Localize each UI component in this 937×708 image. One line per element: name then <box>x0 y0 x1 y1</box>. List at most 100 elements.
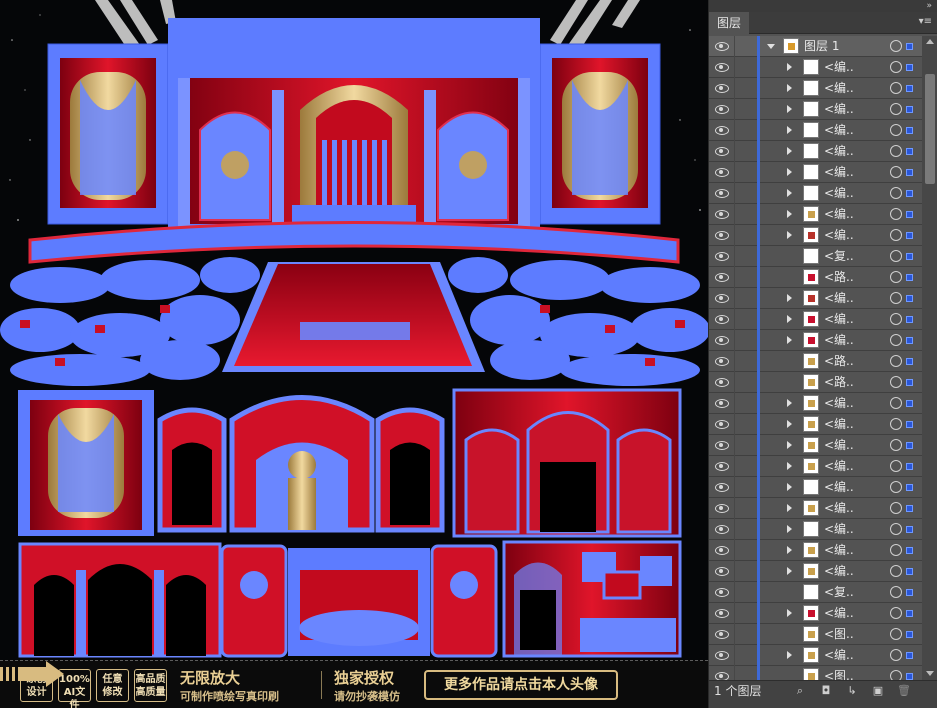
selection-indicator[interactable] <box>906 148 913 155</box>
artboard-canvas[interactable]: 原创 设计 100% AI文件 任意 修改 高品质 高质量 无限放大 可制作喷绘… <box>0 0 708 708</box>
layer-list[interactable]: 图层 1 <编.. <编.. <编.. <编.. <编.. <编.. <编.. <编.. <编..… <box>709 36 922 680</box>
layer-name[interactable]: <编.. <box>824 57 854 78</box>
layer-name[interactable]: <路.. <box>824 351 854 372</box>
layer-row[interactable]: <编.. <box>709 183 922 204</box>
target-circle-icon[interactable] <box>890 313 902 325</box>
target-circle-icon[interactable] <box>890 250 902 262</box>
selection-indicator[interactable] <box>906 169 913 176</box>
disclosure-collapsed-icon[interactable] <box>787 210 792 218</box>
disclosure-collapsed-icon[interactable] <box>787 567 792 575</box>
layer-name[interactable]: <复.. <box>824 582 854 603</box>
disclosure-collapsed-icon[interactable] <box>787 63 792 71</box>
lock-column[interactable] <box>734 603 735 624</box>
visibility-eye-icon[interactable] <box>715 441 729 450</box>
disclosure-collapsed-icon[interactable] <box>787 525 792 533</box>
layer-name[interactable]: <路.. <box>824 372 854 393</box>
lock-column[interactable] <box>734 246 735 267</box>
disclosure-expanded-icon[interactable] <box>767 44 775 49</box>
layer-name[interactable]: <编.. <box>824 288 854 309</box>
layer-row[interactable]: <编.. <box>709 393 922 414</box>
lock-column[interactable] <box>734 162 735 183</box>
layer-row[interactable]: <路.. <box>709 351 922 372</box>
layer-name[interactable]: <编.. <box>824 393 854 414</box>
target-circle-icon[interactable] <box>890 61 902 73</box>
visibility-eye-icon[interactable] <box>715 189 729 198</box>
selection-indicator[interactable] <box>906 232 913 239</box>
layer-row[interactable]: <编.. <box>709 99 922 120</box>
lock-column[interactable] <box>734 561 735 582</box>
disclosure-collapsed-icon[interactable] <box>787 84 792 92</box>
visibility-eye-icon[interactable] <box>715 525 729 534</box>
layer-name[interactable]: <路.. <box>824 267 854 288</box>
layer-row[interactable]: <编.. <box>709 309 922 330</box>
layer-row[interactable]: <编.. <box>709 561 922 582</box>
selection-indicator[interactable] <box>906 547 913 554</box>
selection-indicator[interactable] <box>906 631 913 638</box>
target-circle-icon[interactable] <box>890 103 902 115</box>
layer-name[interactable]: <编.. <box>824 519 854 540</box>
panel-title-bar[interactable]: » <box>709 0 937 12</box>
selection-indicator[interactable] <box>906 85 913 92</box>
layer-name[interactable]: <编.. <box>824 162 854 183</box>
visibility-eye-icon[interactable] <box>715 84 729 93</box>
photo-wall[interactable] <box>502 540 682 658</box>
target-circle-icon[interactable] <box>890 397 902 409</box>
lock-column[interactable] <box>734 393 735 414</box>
visibility-eye-icon[interactable] <box>715 273 729 282</box>
visibility-eye-icon[interactable] <box>715 252 729 261</box>
lock-column[interactable] <box>734 351 735 372</box>
visibility-eye-icon[interactable] <box>715 630 729 639</box>
make-clipping-mask-icon[interactable]: ◘ <box>819 685 833 697</box>
target-circle-icon[interactable] <box>890 334 902 346</box>
lock-column[interactable] <box>734 414 735 435</box>
disclosure-collapsed-icon[interactable] <box>787 231 792 239</box>
layer-name[interactable]: <编.. <box>824 603 854 624</box>
selection-indicator[interactable] <box>906 64 913 71</box>
red-arch-wall[interactable] <box>452 388 682 538</box>
selection-indicator[interactable] <box>906 652 913 659</box>
target-circle-icon[interactable] <box>890 481 902 493</box>
visibility-eye-icon[interactable] <box>715 63 729 72</box>
target-circle-icon[interactable] <box>890 670 902 680</box>
lock-column[interactable] <box>734 582 735 603</box>
visibility-eye-icon[interactable] <box>715 126 729 135</box>
lock-column[interactable] <box>734 645 735 666</box>
selection-indicator[interactable] <box>906 463 913 470</box>
layer-row[interactable]: <编.. <box>709 519 922 540</box>
layer-row[interactable]: <编.. <box>709 162 922 183</box>
carpet-aisle[interactable] <box>222 262 485 372</box>
target-circle-icon[interactable] <box>890 418 902 430</box>
layer-row[interactable]: <编.. <box>709 414 922 435</box>
selection-indicator[interactable] <box>906 127 913 134</box>
disclosure-collapsed-icon[interactable] <box>787 546 792 554</box>
lock-column[interactable] <box>734 57 735 78</box>
lock-column[interactable] <box>734 456 735 477</box>
layer-row[interactable]: <复.. <box>709 246 922 267</box>
layer-row[interactable]: <复.. <box>709 582 922 603</box>
disclosure-collapsed-icon[interactable] <box>787 294 792 302</box>
selection-indicator[interactable] <box>906 421 913 428</box>
target-circle-icon[interactable] <box>890 187 902 199</box>
target-circle-icon[interactable] <box>890 523 902 535</box>
disclosure-collapsed-icon[interactable] <box>787 420 792 428</box>
visibility-eye-icon[interactable] <box>715 168 729 177</box>
selection-indicator[interactable] <box>906 610 913 617</box>
layer-name[interactable]: <编.. <box>824 456 854 477</box>
welcome-backdrop[interactable] <box>220 544 498 658</box>
layer-row[interactable]: 图层 1 <box>709 36 922 57</box>
lock-column[interactable] <box>734 330 735 351</box>
new-sublayer-icon[interactable]: ↳ <box>845 685 859 697</box>
new-layer-icon[interactable]: ▣ <box>871 685 885 697</box>
selection-indicator[interactable] <box>906 106 913 113</box>
layer-name[interactable]: <编.. <box>824 183 854 204</box>
layer-name[interactable]: <复.. <box>824 246 854 267</box>
layer-row[interactable]: <编.. <box>709 603 922 624</box>
selection-indicator[interactable] <box>906 190 913 197</box>
selection-indicator[interactable] <box>906 253 913 260</box>
lock-column[interactable] <box>734 666 735 680</box>
layer-name[interactable]: <图.. <box>824 624 854 645</box>
lock-column[interactable] <box>734 624 735 645</box>
layer-name[interactable]: <编.. <box>824 645 854 666</box>
panel-menu-icon[interactable]: ▾≡ <box>919 15 932 29</box>
target-circle-icon[interactable] <box>890 628 902 640</box>
